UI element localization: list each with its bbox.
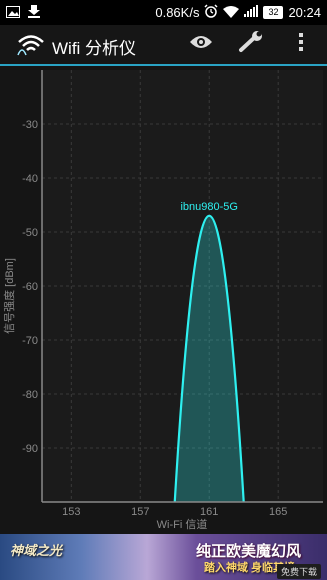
ad-game-title: 神域之光: [10, 543, 63, 558]
x-tick-labels: 153 157 161 165: [62, 506, 287, 518]
view-toggle-button[interactable]: [186, 31, 216, 57]
series-label: ibnu980-5G: [180, 201, 238, 213]
net-speed: 0.86K/s: [155, 5, 200, 20]
x-axis-label: Wi-Fi 信道: [157, 517, 208, 531]
ad-headline: 纯正欧美魔幻风: [196, 543, 302, 560]
wifi-signal-icon: [223, 5, 240, 21]
x-tick-label: 161: [200, 506, 218, 518]
y-tick-labels: -30 -40 -50 -60 -70 -80 -90: [22, 119, 38, 455]
y-tick-label: -50: [22, 227, 38, 239]
clock: 20:24: [288, 5, 321, 20]
y-axis-label: 信号强度 [dBm]: [2, 258, 16, 334]
signal-strength-chart: ibnu980-5G -30 -40 -50 -60 -70 -80 -90 153 157 1…: [0, 66, 327, 534]
overflow-menu-icon: [298, 32, 304, 57]
battery-level: 32: [263, 6, 284, 19]
overflow-menu-button[interactable]: [286, 31, 316, 57]
download-icon: [28, 5, 40, 21]
ad-banner[interactable]: 神域之光 纯正欧美魔幻风 踏入神域 身临其境 免费下载: [0, 534, 327, 580]
app-title: Wifi 分析仪: [52, 39, 137, 58]
wifi-analyzer-logo-icon: [16, 31, 46, 57]
y-tick-label: -40: [22, 173, 38, 185]
cell-signal-icon: [244, 5, 259, 20]
ad-download-button[interactable]: 免费下载: [276, 564, 321, 579]
x-tick-label: 153: [62, 506, 80, 518]
x-tick-label: 165: [269, 506, 287, 518]
action-bar: Wifi 分析仪: [0, 25, 327, 66]
eye-icon: [189, 34, 213, 55]
x-tick-label: 157: [131, 506, 149, 518]
wrench-icon: [238, 30, 264, 58]
status-bar: 0.86K/s 32 20:24: [0, 0, 327, 25]
chart-canvas: ibnu980-5G -30-40-50-60-70-80-90 153 157 1…: [2, 70, 323, 531]
y-tick-label: -70: [22, 335, 38, 347]
settings-button[interactable]: [236, 30, 266, 58]
image-notification-icon: [6, 5, 20, 21]
alarm-icon: [204, 4, 218, 21]
y-tick-label: -90: [22, 443, 38, 455]
y-tick-label: -30: [22, 119, 38, 131]
y-tick-label: -60: [22, 281, 38, 293]
y-tick-label: -80: [22, 389, 38, 401]
